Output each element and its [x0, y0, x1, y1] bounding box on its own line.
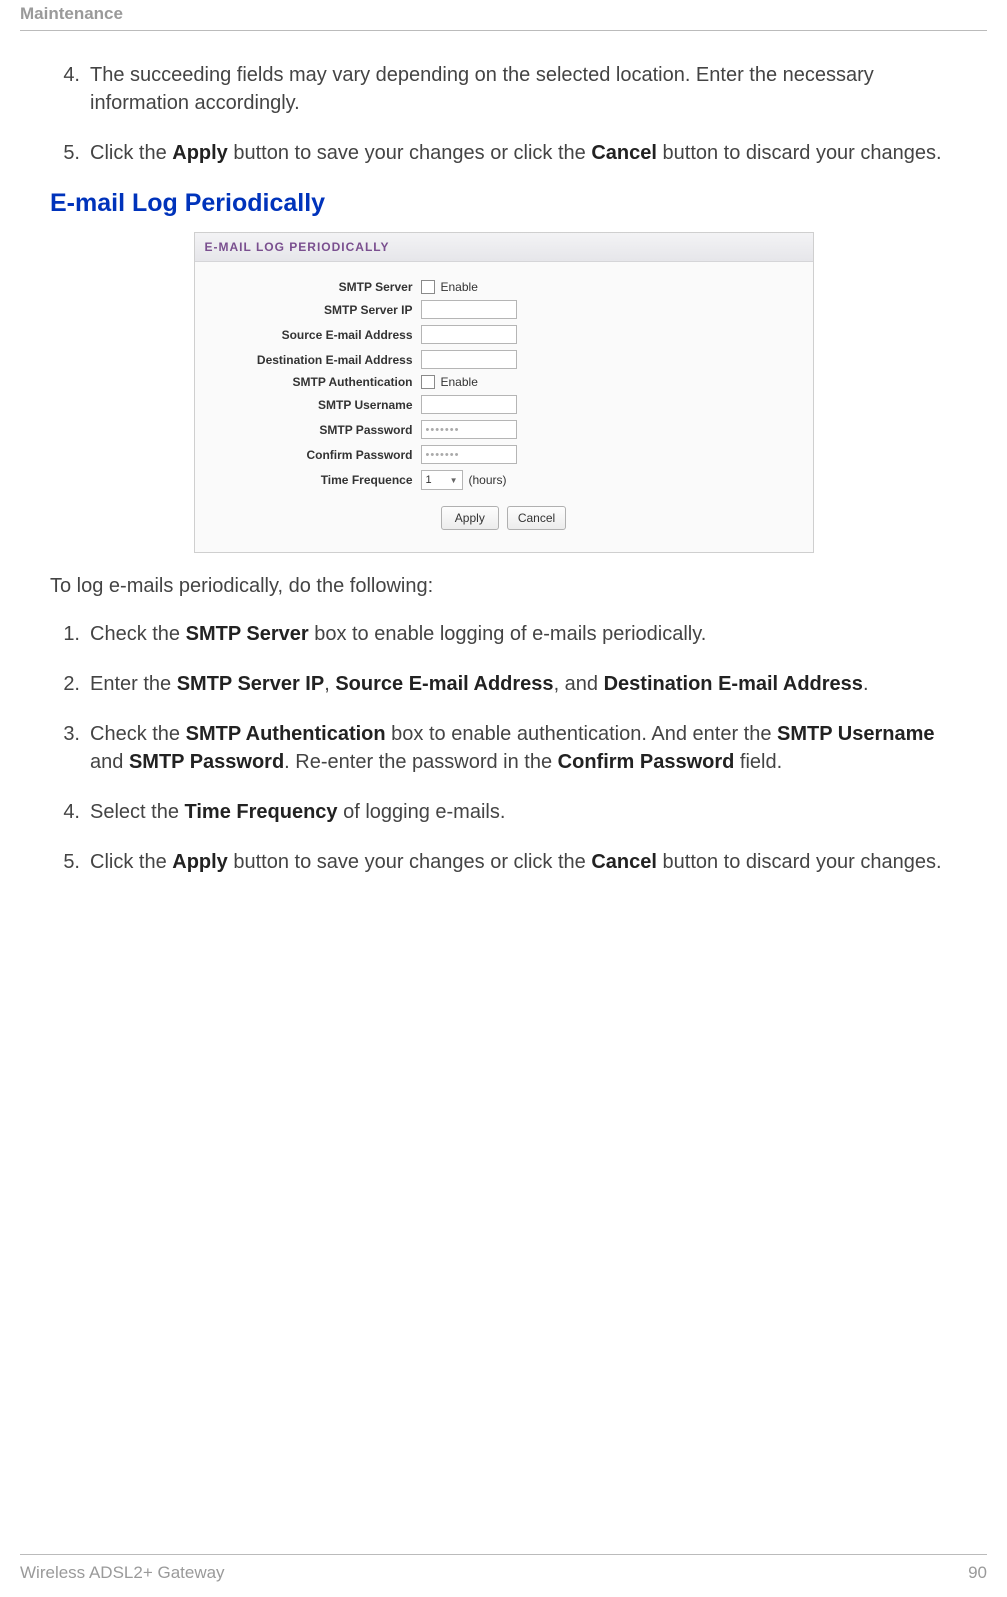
apply-button[interactable]: Apply — [441, 506, 499, 530]
list-number: 5. — [50, 848, 80, 876]
smtp-server-ip-label: SMTP Server IP — [203, 303, 421, 317]
smtp-server-label: SMTP Server — [203, 280, 421, 294]
footer-page-number: 90 — [968, 1563, 987, 1583]
source-email-input[interactable] — [421, 325, 517, 344]
list-text: Enter the SMTP Server IP, Source E-mail … — [90, 673, 869, 695]
list-text: Check the SMTP Server box to enable logg… — [90, 623, 706, 645]
time-freq-select[interactable]: 1 ▼ — [421, 470, 463, 490]
list-number: 3. — [50, 720, 80, 748]
time-freq-unit: (hours) — [469, 473, 507, 487]
list-text: Click the Apply button to save your chan… — [90, 851, 942, 873]
confirm-password-input[interactable] — [421, 445, 517, 464]
list-item: 4. Select the Time Frequency of logging … — [74, 798, 957, 826]
footer-left: Wireless ADSL2+ Gateway — [20, 1563, 225, 1583]
page-header: Maintenance — [20, 0, 987, 31]
enable-text: Enable — [441, 280, 478, 294]
list-item: 5. Click the Apply button to save your c… — [74, 848, 957, 876]
smtp-username-input[interactable] — [421, 395, 517, 414]
chevron-down-icon: ▼ — [450, 476, 458, 485]
section-heading: E-mail Log Periodically — [50, 189, 957, 218]
list-item: 4. The succeeding fields may vary depend… — [74, 61, 957, 117]
time-freq-label: Time Frequence — [203, 473, 421, 487]
list-text: Click the Apply button to save your chan… — [90, 142, 942, 164]
smtp-username-label: SMTP Username — [203, 398, 421, 412]
steps-list: 1. Check the SMTP Server box to enable l… — [50, 620, 957, 876]
list-number: 1. — [50, 620, 80, 648]
list-number: 5. — [50, 139, 80, 167]
list-item: 2. Enter the SMTP Server IP, Source E-ma… — [74, 670, 957, 698]
intro-line: To log e-mails periodically, do the foll… — [50, 575, 957, 598]
cancel-button[interactable]: Cancel — [507, 506, 566, 530]
list-text: Check the SMTP Authentication box to ena… — [90, 723, 935, 773]
dest-email-input[interactable] — [421, 350, 517, 369]
page-footer: Wireless ADSL2+ Gateway 90 — [20, 1554, 987, 1583]
list-item: 3. Check the SMTP Authentication box to … — [74, 720, 957, 776]
list-number: 2. — [50, 670, 80, 698]
list-number: 4. — [50, 61, 80, 89]
smtp-password-label: SMTP Password — [203, 423, 421, 437]
source-email-label: Source E-mail Address — [203, 328, 421, 342]
email-log-panel: E-MAIL LOG PERIODICALLY SMTP Server Enab… — [194, 232, 814, 553]
list-item: 5. Click the Apply button to save your c… — [74, 139, 957, 167]
panel-title: E-MAIL LOG PERIODICALLY — [195, 233, 813, 262]
confirm-password-label: Confirm Password — [203, 448, 421, 462]
intro-list: 4. The succeeding fields may vary depend… — [50, 61, 957, 167]
list-item: 1. Check the SMTP Server box to enable l… — [74, 620, 957, 648]
time-freq-value: 1 — [426, 474, 432, 486]
smtp-auth-checkbox[interactable] — [421, 375, 435, 389]
enable-text: Enable — [441, 375, 478, 389]
list-text: The succeeding fields may vary depending… — [90, 64, 874, 114]
smtp-auth-label: SMTP Authentication — [203, 375, 421, 389]
list-text: Select the Time Frequency of logging e-m… — [90, 801, 505, 823]
list-number: 4. — [50, 798, 80, 826]
smtp-server-ip-input[interactable] — [421, 300, 517, 319]
smtp-password-input[interactable] — [421, 420, 517, 439]
dest-email-label: Destination E-mail Address — [203, 353, 421, 367]
smtp-server-checkbox[interactable] — [421, 280, 435, 294]
